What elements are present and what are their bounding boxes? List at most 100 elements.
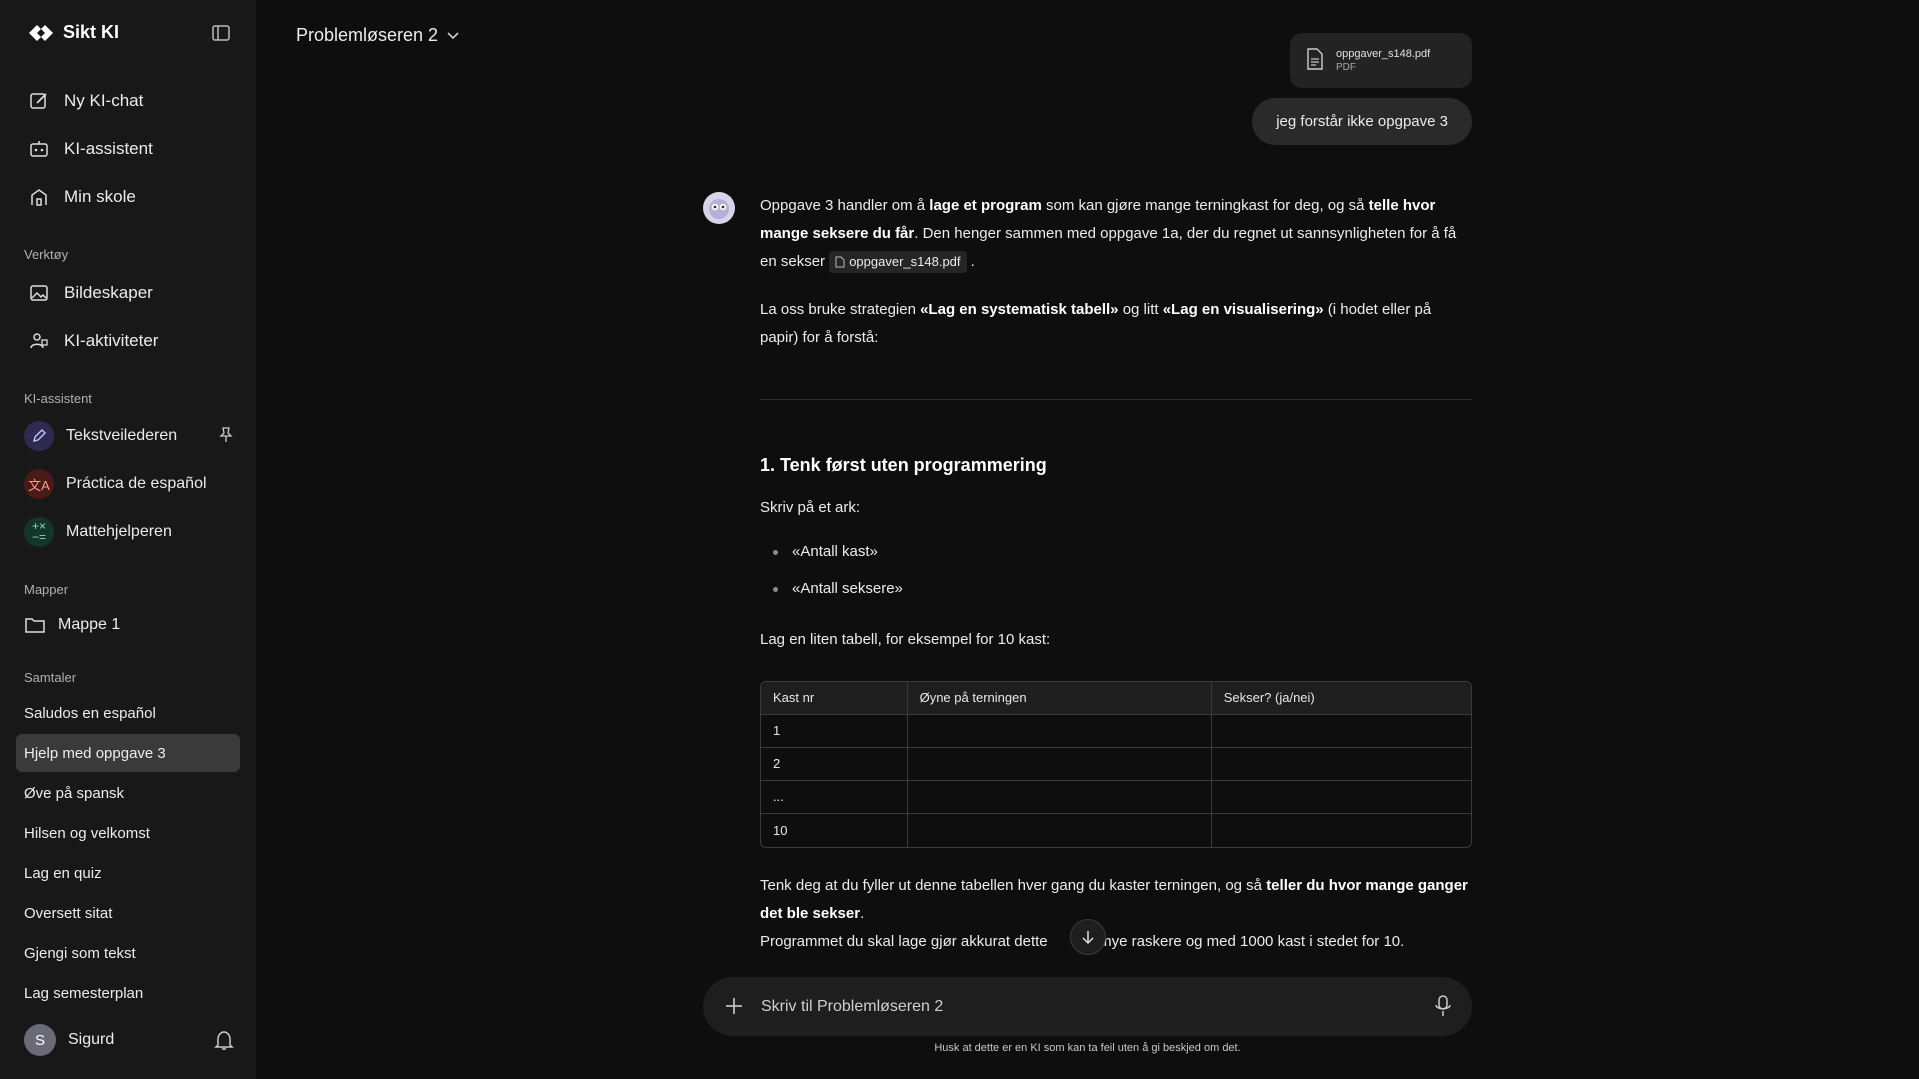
conversation-item[interactable]: Lag semesterplan: [16, 974, 240, 1012]
scroll-to-bottom-button[interactable]: [1070, 919, 1106, 955]
text-span: .: [966, 253, 975, 270]
table-cell: [1211, 715, 1471, 748]
nav-image-creator[interactable]: Bildeskaper: [28, 277, 153, 309]
table-cell: [1212, 814, 1471, 847]
text-span: Programmet du skal lage gjør akkurat det…: [760, 933, 1048, 950]
text-span: La oss bruke strategien: [760, 301, 921, 318]
user-profile[interactable]: S Sigurd: [24, 1024, 234, 1056]
message-composer: [703, 977, 1472, 1036]
bullet-list: «Antall kast» «Antall seksere»: [760, 538, 903, 612]
table-cell: [907, 781, 1212, 814]
conversation-item[interactable]: Gjengi som tekst: [16, 934, 240, 972]
brand-logo[interactable]: Sikt KI: [27, 22, 119, 43]
message-input[interactable]: [761, 977, 1401, 1036]
text-bold: «Lag en systematisk tabell»: [920, 301, 1119, 318]
conversation-item[interactable]: Lag en quiz: [16, 854, 240, 892]
attachment-type: PDF: [1336, 62, 1356, 73]
assistant-item-mattehjelperen[interactable]: +× −= Mattehjelperen: [24, 516, 234, 548]
text-bold: lage et program: [929, 197, 1042, 214]
sidebar: Sikt KI Ny KI-chat KI-assistent Min skol…: [0, 0, 256, 1079]
nav-school[interactable]: Min skole: [28, 181, 136, 213]
table-cell: [907, 715, 1212, 748]
table-header-row: Kast nr Øyne på terningen Sekser? (ja/ne…: [761, 682, 1471, 715]
table-row: 2: [761, 748, 1471, 781]
assistant-item-tekstveilederen[interactable]: Tekstveilederen: [24, 420, 234, 452]
disclaimer-text: Husk at dette er en KI som kan ta feil u…: [934, 1042, 1241, 1054]
folder-item-mappe-1[interactable]: Mappe 1: [24, 609, 120, 641]
text-span: .: [860, 905, 865, 922]
folder-item-label: Mappe 1: [58, 616, 121, 633]
file-icon: [1306, 47, 1324, 74]
conversation-item[interactable]: Øve på spansk: [16, 774, 240, 812]
chevron-down-icon: [446, 25, 460, 46]
activities-icon: [28, 330, 50, 352]
nav-new-chat[interactable]: Ny KI-chat: [28, 85, 143, 117]
attachment-chip[interactable]: oppgaver_s148.pdf PDF: [1290, 33, 1472, 88]
assistant-item-label: Mattehjelperen: [66, 523, 172, 540]
list-item: «Antall seksere»: [760, 575, 903, 612]
nav-activities[interactable]: KI-aktiviteter: [28, 325, 158, 357]
user-name: Sigurd: [68, 1031, 115, 1048]
assistant-selector[interactable]: Problemløseren 2: [296, 25, 460, 46]
table-header: Kast nr: [761, 682, 908, 715]
nav-school-label: Min skole: [64, 187, 136, 206]
sikt-logo-icon: [29, 24, 53, 41]
text-span: Tenk deg at du fyller ut denne tabellen …: [760, 877, 1267, 894]
nav-assistant[interactable]: KI-assistent: [28, 133, 153, 165]
table-row: 10: [761, 814, 1471, 847]
answer-paragraph: Lag en liten tabell, for eksempel for 10…: [760, 631, 1051, 648]
assistants-section-label: KI-assistent: [24, 391, 92, 406]
arrow-down-icon: [1082, 931, 1094, 945]
conversation-item[interactable]: Hilsen og velkomst: [16, 814, 240, 852]
bell-icon[interactable]: [214, 1029, 234, 1056]
translate-icon: 文A: [24, 469, 54, 499]
conversation-item[interactable]: Oversett sitat: [16, 894, 240, 932]
pin-icon[interactable]: [218, 426, 234, 449]
table-cell: [907, 748, 1212, 781]
text-span: Oppgave 3 handler om å: [760, 197, 930, 214]
conversation-item-active[interactable]: Hjelp med oppgave 3: [16, 734, 240, 772]
attachment-filename: oppgaver_s148.pdf: [1336, 48, 1431, 60]
assistant-item-label: Práctica de español: [66, 475, 207, 492]
answer-table: Kast nr Øyne på terningen Sekser? (ja/ne…: [760, 681, 1472, 848]
table-row: 1: [761, 715, 1471, 748]
nav-activities-label: KI-aktiviteter: [64, 331, 159, 350]
avatar: S: [24, 1024, 56, 1056]
conversation-item[interactable]: Saludos en español: [16, 694, 240, 732]
collapse-sidebar-icon[interactable]: [212, 25, 234, 47]
answer-paragraph: Oppgave 3 handler om å lage et program s…: [760, 192, 1472, 276]
nav-assistant-label: KI-assistent: [64, 139, 153, 158]
add-attachment-icon[interactable]: [723, 995, 745, 1021]
school-icon: [28, 186, 50, 208]
microphone-icon[interactable]: [1434, 994, 1452, 1022]
answer-paragraph: La oss bruke strategien «Lag en systemat…: [760, 296, 1472, 352]
answer-paragraph: Programmet du skal lage gjør akkurat det…: [760, 928, 1472, 956]
table-cell: [908, 814, 1212, 847]
answer-heading: 1. Tenk først uten programmering: [760, 455, 1047, 475]
table-row: ...: [761, 781, 1471, 814]
nav-image-creator-label: Bildeskaper: [64, 283, 153, 302]
list-item: «Antall kast»: [760, 538, 903, 575]
text-span: og litt: [1118, 301, 1163, 318]
file-icon: [835, 256, 845, 268]
inline-file-name: oppgaver_s148.pdf: [849, 254, 961, 270]
text-span: re mye raskere og med 1000 kast i stedet…: [1081, 933, 1405, 950]
divider: [760, 399, 1472, 400]
inline-file-reference[interactable]: oppgaver_s148.pdf: [829, 251, 967, 274]
text-span: som kan gjøre mange terningkast for deg,…: [1041, 197, 1369, 214]
pencil-icon: [24, 421, 54, 451]
text-bold: «Lag en visualisering»: [1162, 301, 1324, 318]
brand-name: Sikt KI: [63, 22, 120, 42]
folders-section-label: Mapper: [24, 582, 69, 597]
table-header: Øyne på terningen: [907, 682, 1212, 715]
assistant-item-practica[interactable]: 文A Práctica de español: [24, 468, 234, 500]
table-cell: 10: [761, 814, 908, 847]
table-cell: 2: [761, 748, 908, 781]
assistant-avatar: [703, 192, 735, 224]
table-cell: [1211, 748, 1471, 781]
conversations-section-label: Samtaler: [24, 670, 77, 685]
table-cell: 1: [761, 715, 908, 748]
nav-new-chat-label: Ny KI-chat: [64, 91, 144, 110]
assistant-item-label: Tekstveilederen: [66, 427, 178, 444]
edit-icon: [28, 90, 50, 112]
